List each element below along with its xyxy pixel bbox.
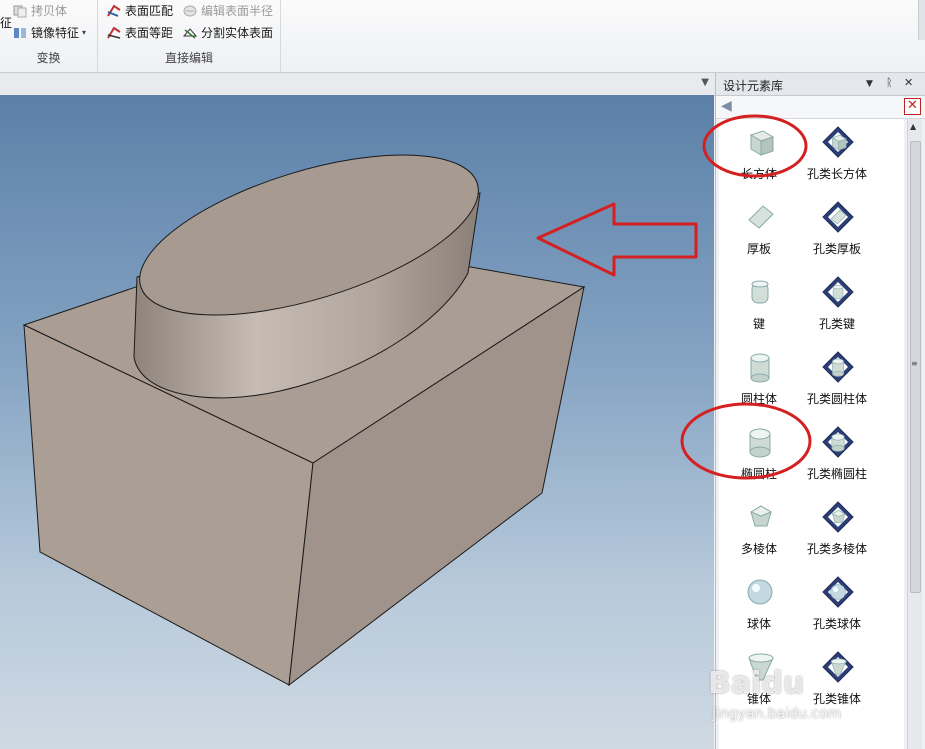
library-item[interactable]: 键 — [719, 273, 799, 343]
scroll-up-icon[interactable]: ▲ — [910, 122, 916, 131]
library-item-label: 键 — [752, 317, 765, 331]
library-item-label: 孔类圆柱体 — [806, 392, 867, 406]
box-solid-icon — [749, 130, 775, 156]
sphere-solid-icon — [747, 579, 773, 605]
prism-solid-icon — [749, 505, 773, 527]
close-icon[interactable]: ✕ — [904, 76, 913, 89]
library-item[interactable]: 球体 — [719, 573, 799, 643]
annotation-arrow — [536, 202, 698, 277]
library-item[interactable]: 椭圆柱 — [719, 423, 799, 493]
library-item-label: 孔类球体 — [812, 617, 861, 631]
library-item[interactable]: 孔类多棱体 — [797, 498, 877, 568]
red-close-icon[interactable]: ✕ — [904, 98, 921, 115]
mirror-feature-button[interactable]: 镜像特征 ▾ — [12, 24, 86, 42]
surface-match-icon — [107, 4, 121, 17]
direct-edit-group: 表面匹配 编辑表面半径 表面等距 分割实体表面 直接编辑 — [98, 0, 281, 72]
mirror-feature-icon — [14, 28, 26, 38]
prism-hole-icon — [822, 501, 854, 533]
pin-icon[interactable]: ᚱ — [886, 76, 893, 89]
library-item-label: 圆柱体 — [740, 392, 777, 406]
library-item-label: 椭圆柱 — [740, 467, 777, 481]
split-solid-surface-button[interactable]: 分割实体表面 — [182, 24, 273, 42]
library-item[interactable]: 孔类长方体 — [797, 123, 877, 193]
library-item-label: 孔类锥体 — [812, 692, 861, 706]
library-item-label: 球体 — [746, 617, 771, 631]
3d-model-canvas — [22, 154, 698, 687]
library-item[interactable]: 圆柱体 — [719, 348, 799, 418]
panel-scrollbar[interactable]: ▲ ≡ — [907, 119, 922, 749]
panel-title: 设计元素库 — [723, 79, 784, 93]
library-item[interactable]: 厚板 — [719, 198, 799, 268]
panel-menu-chevron-icon[interactable]: ▼ — [866, 79, 873, 89]
cylinder-solid-icon — [750, 353, 770, 383]
library-item[interactable]: 长方体 — [719, 123, 799, 193]
cone-hole-icon — [822, 651, 854, 683]
split-solid-surface-label: 分割实体表面 — [201, 26, 274, 40]
library-item-label: 孔类多棱体 — [806, 542, 867, 556]
panel-toolbar: ◀ ✕ — [716, 96, 925, 119]
surface-offset-label: 表面等距 — [125, 26, 174, 40]
edit-surface-radius-button[interactable]: 编辑表面半径 — [182, 2, 273, 20]
library-item[interactable]: 多棱体 — [719, 498, 799, 568]
elliptic-cylinder-hole-icon — [822, 426, 854, 458]
3d-viewport[interactable] — [0, 95, 714, 749]
watermark-logo: Baidu — [708, 666, 805, 701]
library-item-label: 孔类长方体 — [806, 167, 867, 181]
library-item[interactable]: 孔类球体 — [797, 573, 877, 643]
elliptic-cylinder-solid-icon — [749, 428, 771, 458]
library-item-label: 多棱体 — [740, 542, 777, 556]
cylinder-hole-icon — [822, 351, 854, 383]
library-item-label: 厚板 — [746, 242, 771, 256]
chevron-down-icon: ▾ — [82, 28, 87, 37]
box-hole-icon — [822, 126, 854, 158]
library-item[interactable]: 孔类圆柱体 — [797, 348, 877, 418]
direct-edit-group-label: 直接编辑 — [164, 51, 213, 65]
scroll-grip-icon: ≡ — [911, 359, 918, 368]
copy-body-icon — [13, 5, 27, 18]
plate-hole-icon — [822, 201, 854, 233]
key-solid-icon — [751, 280, 769, 304]
plate-solid-icon — [748, 205, 774, 229]
surface-match-button[interactable]: 表面匹配 — [106, 2, 173, 20]
surface-offset-button[interactable]: 表面等距 — [106, 24, 173, 42]
watermark-url: jingyan.baidu.com — [712, 706, 842, 722]
library-item-label: 孔类键 — [818, 317, 855, 331]
element-grid: 长方体 孔类长方体厚板 孔类厚板键 孔类键圆柱体 孔类圆柱体椭圆柱 孔类椭圆柱多棱体 孔类多… — [719, 119, 904, 749]
ribbon-scroll[interactable] — [918, 0, 925, 40]
library-item[interactable]: 孔类椭圆柱 — [797, 423, 877, 493]
design-element-library-panel: 设计元素库 ▼ ᚱ ✕ ◀ ✕ 长方体 孔类长方体厚板 孔类厚板键 孔类键圆柱体 孔类圆… — [715, 73, 925, 749]
library-item[interactable]: 孔类键 — [797, 273, 877, 343]
surface-offset-icon — [107, 26, 121, 39]
transform-group: 拷贝体 镜像特征 ▾ 变换 — [0, 0, 98, 72]
mirror-feature-label: 镜像特征 — [31, 26, 80, 40]
library-item-label: 孔类厚板 — [812, 242, 861, 256]
copy-body-button[interactable]: 拷贝体 — [12, 2, 67, 20]
library-item-label: 长方体 — [740, 167, 777, 181]
panel-title-bar: 设计元素库 ▼ ᚱ ✕ — [716, 73, 925, 96]
edit-radius-icon — [183, 5, 197, 17]
sphere-hole-icon — [822, 576, 854, 608]
viewport-menu-chevron-icon[interactable]: ▼ — [701, 77, 709, 88]
library-item[interactable]: 孔类厚板 — [797, 198, 877, 268]
copy-body-label: 拷贝体 — [31, 4, 68, 18]
back-arrow-icon[interactable]: ◀ — [721, 99, 739, 114]
surface-match-label: 表面匹配 — [125, 4, 174, 18]
library-item-label: 孔类椭圆柱 — [806, 467, 867, 481]
key-hole-icon — [822, 276, 854, 308]
ribbon-toolbar: 征 拷贝体 镜像特征 ▾ 变换 表面匹配 编辑表面半径 表面等距 分割实体表面 — [0, 0, 925, 73]
edit-surface-radius-label: 编辑表面半径 — [201, 4, 274, 18]
split-surface-icon — [182, 28, 198, 39]
transform-group-label: 变换 — [36, 51, 61, 65]
viewport-header: ▼ — [0, 73, 715, 96]
